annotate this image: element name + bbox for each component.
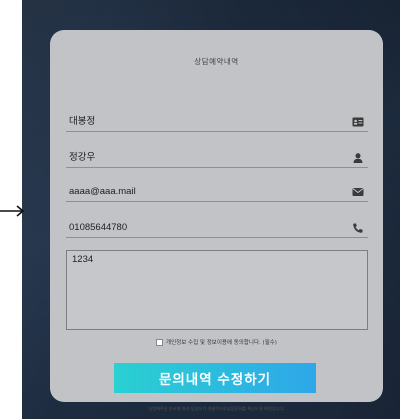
- submit-button[interactable]: 문의내역 수정하기: [114, 363, 316, 393]
- message-textarea[interactable]: 1234: [66, 250, 368, 330]
- arrow-right-icon: [0, 205, 25, 217]
- phone-field[interactable]: 01085644780: [66, 216, 368, 238]
- id-card-icon: [352, 117, 364, 127]
- privacy-consent[interactable]: 개인정보 수집 및 정보이용에 동의합니다. (필수): [50, 338, 383, 346]
- phone-value: 01085644780: [69, 222, 128, 233]
- envelope-icon: [352, 188, 364, 196]
- user-icon: [353, 153, 363, 163]
- notice-text: 신청해주신 순서에 따라 담당자가 개별적으로상담전화를 최선드릴 예정입니다.: [148, 406, 285, 411]
- form-title: 상담예약내역: [194, 57, 239, 66]
- privacy-checkbox[interactable]: [156, 338, 164, 346]
- phone-icon: [353, 223, 363, 233]
- manager-value: 정강우: [69, 152, 96, 163]
- message-value: 1234: [72, 254, 94, 265]
- privacy-label: 개인정보 수집 및 정보이용에 동의합니다. (필수): [166, 340, 277, 346]
- email-value: aaaa@aaa.mail: [69, 186, 136, 197]
- manager-field[interactable]: 정강우: [66, 146, 368, 168]
- name-field[interactable]: 대봉정: [66, 110, 368, 132]
- name-value: 대봉정: [69, 116, 96, 127]
- email-field[interactable]: aaaa@aaa.mail: [66, 180, 368, 202]
- reservation-form-card: 상담예약내역 대봉정 정강우 aaaa@aaa.mail 01085644780: [50, 30, 383, 411]
